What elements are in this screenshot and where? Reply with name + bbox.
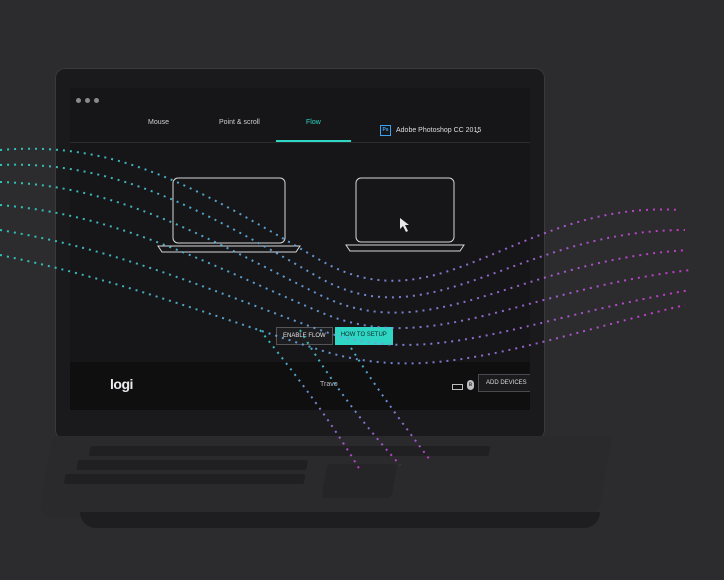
flow-actions: ENABLE FLOW HOW TO SETUP (276, 327, 393, 345)
app-screen: Mouse Point & scroll Flow Ps Adobe Photo… (70, 88, 530, 410)
cursor-icon (400, 218, 409, 232)
keyboard-row (63, 474, 306, 484)
how-to-setup-button[interactable]: HOW TO SETUP (334, 327, 393, 345)
add-devices-button[interactable]: ADD DEVICES (478, 374, 530, 392)
footer-bar: logi Travo ʙ ADD DEVICES (70, 362, 530, 410)
laptop-shadow (80, 512, 600, 528)
device-name[interactable]: Travo (320, 381, 338, 388)
laptop-base (37, 436, 613, 518)
keyboard-row (76, 460, 308, 470)
scene: Mouse Point & scroll Flow Ps Adobe Photo… (0, 0, 724, 580)
laptop-outline-left-icon (157, 177, 301, 253)
logi-logo: logi (110, 376, 133, 392)
laptop-outline-right-icon (345, 177, 465, 252)
battery-icon (452, 384, 463, 390)
trackpad (321, 464, 398, 498)
bluetooth-icon: ʙ (467, 380, 474, 390)
keyboard-row (88, 446, 491, 456)
flow-illustration (157, 177, 465, 253)
enable-flow-button[interactable]: ENABLE FLOW (276, 327, 333, 345)
